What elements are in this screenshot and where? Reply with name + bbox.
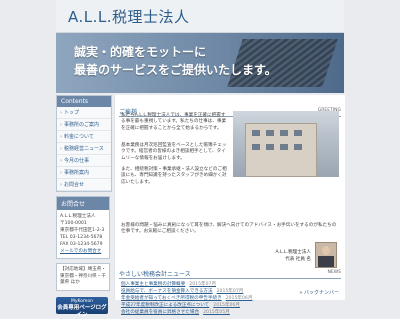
news-item[interactable]: 個人事業主と事業税の計算概要 2015年07月 bbox=[121, 281, 341, 288]
news-heading: やさしい税務会計ニュース NEWS bbox=[119, 269, 341, 279]
hero-banner: 誠実・的確をモットーに 最善のサービスをご提供いたします。 bbox=[56, 33, 344, 93]
signature-name: 代表 社員 名 bbox=[285, 256, 311, 262]
contact-line: 東京都千代田区1-2-3 bbox=[60, 228, 105, 233]
news-item-date: 2015年07月 bbox=[189, 282, 217, 287]
news-item-title[interactable]: 会社の従業員を役員に昇格させた場合 bbox=[121, 310, 199, 315]
contact-line: 〒100-0001 bbox=[60, 221, 87, 226]
news-item-date: 2015年06月 bbox=[225, 296, 253, 301]
news-item-date: 2015年07月 bbox=[216, 289, 244, 294]
window bbox=[294, 144, 302, 150]
news-item-title[interactable]: 平成27年度税制改正による改正点について bbox=[121, 303, 209, 308]
greeting-paragraph-4: お客様の問題・悩みに真剣になって耳を傾け、解決へ向けてのアドバイス・お手伝いをす… bbox=[121, 223, 337, 235]
contact-line: FAX 03-1234-5679 bbox=[60, 242, 103, 247]
news-item-title[interactable]: 役員給与で、ボーナスを損金算入できる方法 bbox=[121, 289, 213, 294]
nav-item-office[interactable]: 事務所のご案内 bbox=[57, 119, 111, 131]
window bbox=[280, 144, 288, 150]
contact-details: A.L.L.税理士法人 〒100-0001 東京都千代田区1-2-3 TEL 0… bbox=[57, 210, 109, 258]
site-header: A.L.L.税理士法人 bbox=[56, 0, 344, 33]
sidebar: Contents トップ 事務所のご案内 料金について 税務経営ニュース 今月の… bbox=[56, 95, 112, 318]
news-item[interactable]: 平成27年度税制改正による改正点について 2015年06月 bbox=[121, 302, 341, 309]
nav-item-about[interactable]: 事務所案内 bbox=[57, 167, 111, 179]
nav-item-monthly[interactable]: 今月の仕事 bbox=[57, 155, 111, 167]
news-item-title[interactable]: 個人事業主と事業税の計算概要 bbox=[121, 282, 185, 287]
contents-nav: Contents トップ 事務所のご案内 料金について 税務経営ニュース 今月の… bbox=[56, 95, 112, 192]
signature-company: A.L.L.税理士法人 bbox=[275, 250, 311, 255]
service-area: 【対応地域】埼玉県・東京都・神奈川県・千葉県 ほか bbox=[56, 263, 110, 291]
contact-title: お問合せ bbox=[57, 197, 109, 210]
news-item-title[interactable]: 年金受給者が知っておくべき所得税の申告手続き bbox=[121, 296, 222, 301]
news-item-date: 2015年06月 bbox=[213, 303, 240, 308]
contents-title: Contents bbox=[57, 96, 111, 107]
greeting-paragraph-1: 私たちA.L.L.税理士法人では、事業を正確に把握する事を最も重視しています。私… bbox=[121, 113, 227, 131]
banner-tagline-2: 最善のサービスをご提供いたします。 bbox=[74, 63, 277, 77]
greeting-paragraph-2: 基本業務は月次巡回監査をベースとした帳簿チェックです。経営者の皆様のよき相談相手… bbox=[121, 143, 227, 161]
window bbox=[252, 144, 260, 150]
window bbox=[280, 130, 288, 136]
window bbox=[266, 144, 274, 150]
portrait-face bbox=[322, 246, 330, 255]
main-content: ご挨拶 GREETING 私たちA.L.L.税理士法人では、事業を正確に把握する… bbox=[114, 95, 345, 315]
contact-line: TEL 03-1234-5678 bbox=[60, 235, 103, 240]
window bbox=[252, 130, 260, 136]
news-tag: NEWS bbox=[327, 270, 341, 275]
nav-item-fees[interactable]: 料金について bbox=[57, 131, 111, 143]
window bbox=[294, 130, 302, 136]
banner-tagline-1: 誠実・的確をモットーに bbox=[74, 45, 207, 59]
representative-photo bbox=[315, 242, 337, 268]
nav-item-contact[interactable]: お問合せ bbox=[57, 179, 111, 191]
contact-line: A.L.L.税理士法人 bbox=[60, 214, 96, 219]
news-title: やさしい税務会計ニュース bbox=[119, 271, 191, 278]
badge-line-2: 会員専用ページログイン bbox=[57, 304, 107, 318]
news-item[interactable]: 年金受給者が知っておくべき所得税の申告手続き 2015年06月 bbox=[121, 295, 341, 302]
member-login-button[interactable]: MyKomon 会員専用ページログイン bbox=[56, 296, 108, 318]
nav-item-news[interactable]: 税務経営ニュース bbox=[57, 143, 111, 155]
news-item-date: 2015年05月 bbox=[203, 310, 230, 315]
nav-item-top[interactable]: トップ bbox=[57, 107, 111, 119]
greeting-paragraph-3: また、相続税対策・事業承継・法人設立などのご相談にも、専門知識を持ったスタッフが… bbox=[121, 167, 227, 185]
portrait-suit bbox=[318, 256, 334, 267]
backnumber-link[interactable]: » バックナンバー bbox=[299, 289, 339, 296]
contact-box: お問合せ A.L.L.税理士法人 〒100-0001 東京都千代田区1-2-3 … bbox=[56, 196, 110, 259]
office-building-photo bbox=[233, 111, 339, 177]
news-list: 個人事業主と事業税の計算概要 2015年07月 役員給与で、ボーナスを損金算入でき… bbox=[121, 281, 341, 316]
window bbox=[266, 130, 274, 136]
badge-line-1: MyKomon bbox=[70, 298, 93, 304]
building-image bbox=[245, 123, 317, 177]
contact-mail-link[interactable]: メールでのお問合せ bbox=[60, 248, 106, 255]
signature-block: A.L.L.税理士法人 代表 社員 名 bbox=[271, 250, 311, 263]
site-logo[interactable]: A.L.L.税理士法人 bbox=[68, 6, 190, 27]
news-item[interactable]: 会社の従業員を役員に昇格させた場合 2015年05月 bbox=[121, 309, 341, 316]
